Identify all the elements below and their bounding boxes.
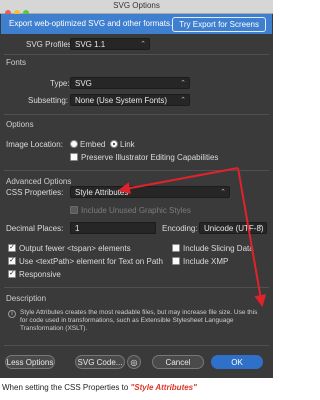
unused-styles-label: Include Unused Graphic Styles [81,206,191,215]
try-export-button[interactable]: Try Export for Screens [172,17,266,32]
slicing-checkbox[interactable] [172,244,180,252]
link-radio[interactable] [110,140,118,148]
encoding-select[interactable]: Unicode (UTF-8) ⌃ [199,222,267,234]
unused-styles-checkbox[interactable] [70,206,78,214]
export-banner: Export web-optimized SVG and other forma… [1,14,272,34]
arrow-to-description [237,167,267,307]
svg-profiles-value: SVG 1.1 [75,40,106,49]
svg-options-dialog: SVG Options Export web-optimized SVG and… [0,0,273,378]
caption: When setting the CSS Properties to "Styl… [2,383,197,392]
responsive-label: Responsive [19,270,61,279]
font-type-value: SVG [75,79,92,88]
info-icon: i [8,310,16,318]
preserve-editing-label: Preserve Illustrator Editing Capabilitie… [81,153,219,162]
description-text: Style Attributes creates the most readab… [20,309,258,332]
description-section-title: Description [6,294,47,303]
svg-code-button[interactable]: SVG Code... [75,355,125,369]
subsetting-value: None (Use System Fonts) [75,96,168,105]
web-preview-button[interactable]: ◎ [127,355,141,369]
subsetting-select[interactable]: None (Use System Fonts) ⌃ [70,94,190,106]
globe-icon: ◎ [130,358,138,367]
font-type-select[interactable]: SVG ⌃ [70,77,190,89]
responsive-checkbox[interactable]: ✓ [8,270,16,278]
caption-text: When setting the CSS Properties to [2,383,131,392]
encoding-label: Encoding: [162,224,198,233]
link-label: Link [120,140,135,149]
options-section-title: Options [6,120,34,129]
fonts-section-title: Fonts [6,58,27,67]
advanced-section-title: Advanced Options [6,177,72,186]
banner-text: Export web-optimized SVG and other forma… [9,19,173,28]
divider [4,345,269,346]
preserve-editing-checkbox[interactable] [70,153,78,161]
chevron-down-icon: ⌃ [180,80,186,87]
divider [4,54,269,55]
embed-radio[interactable] [70,140,78,148]
tspan-label: Output fewer <tspan> elements [19,244,131,253]
chevron-down-icon: ⌃ [220,189,226,196]
less-options-button[interactable]: Less Options [5,355,55,369]
textpath-checkbox[interactable]: ✓ [8,257,16,265]
subsetting-label: Subsetting: [28,96,69,105]
chevron-down-icon: ⌃ [180,97,186,104]
css-properties-select[interactable]: Style Attributes ⌃ [70,186,230,198]
chevron-down-icon: ⌃ [257,225,263,232]
caption-emphasis: "Style Attributes" [130,383,197,392]
font-type-label: Type: [50,79,70,88]
decimal-places-input[interactable]: 1 [70,222,156,234]
encoding-value: Unicode (UTF-8) [204,224,264,233]
css-properties-label: CSS Properties: [6,188,64,197]
decimal-places-label: Decimal Places: [6,224,64,233]
xmp-label: Include XMP [183,257,229,266]
tspan-checkbox[interactable]: ✓ [8,244,16,252]
xmp-checkbox[interactable] [172,257,180,265]
cancel-button[interactable]: Cancel [152,355,204,369]
window-title: SVG Options [113,1,160,10]
textpath-label: Use <textPath> element for Text on Path [19,257,163,266]
image-location-label: Image Location: [6,140,63,149]
title-bar: SVG Options [0,0,273,16]
svg-profiles-label: SVG Profiles: [26,40,75,49]
slicing-label: Include Slicing Data [183,244,254,253]
css-properties-value: Style Attributes [75,188,129,197]
svg-profiles-select[interactable]: SVG 1.1 ⌃ [70,38,150,50]
divider [4,114,269,115]
ok-button[interactable]: OK [211,355,263,369]
chevron-down-icon: ⌃ [140,41,146,48]
divider [4,287,269,288]
divider [4,170,269,171]
embed-label: Embed [80,140,106,149]
